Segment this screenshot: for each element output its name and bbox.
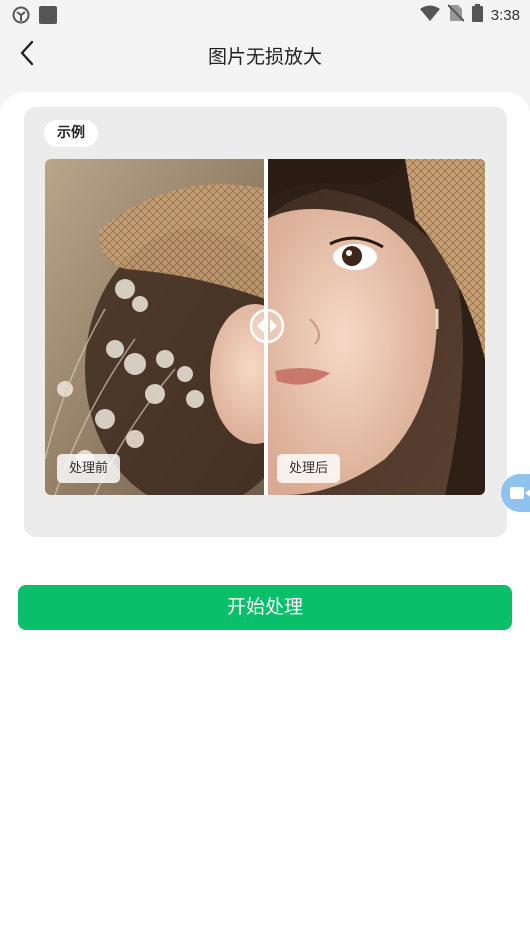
compare-slider-handle[interactable] bbox=[249, 308, 285, 344]
status-time: 3:38 bbox=[490, 6, 520, 24]
no-sim-icon bbox=[447, 4, 465, 26]
after-label: 处理后 bbox=[277, 454, 341, 483]
wifi-icon bbox=[419, 5, 440, 25]
app-bar: 图片无损放大 bbox=[0, 30, 530, 80]
compare-slider-icon bbox=[249, 308, 285, 348]
battery-icon bbox=[471, 4, 483, 26]
status-bar: 3:38 bbox=[0, 0, 530, 30]
app-square-icon bbox=[38, 5, 58, 29]
page-title: 图片无损放大 bbox=[207, 46, 322, 68]
start-processing-button[interactable]: 开始处理 bbox=[18, 585, 512, 630]
after-image bbox=[267, 159, 485, 495]
before-label: 处理前 bbox=[57, 454, 121, 483]
sync-icon bbox=[12, 6, 30, 28]
example-badge: 示例 bbox=[44, 120, 98, 147]
video-camera-icon bbox=[510, 485, 530, 505]
